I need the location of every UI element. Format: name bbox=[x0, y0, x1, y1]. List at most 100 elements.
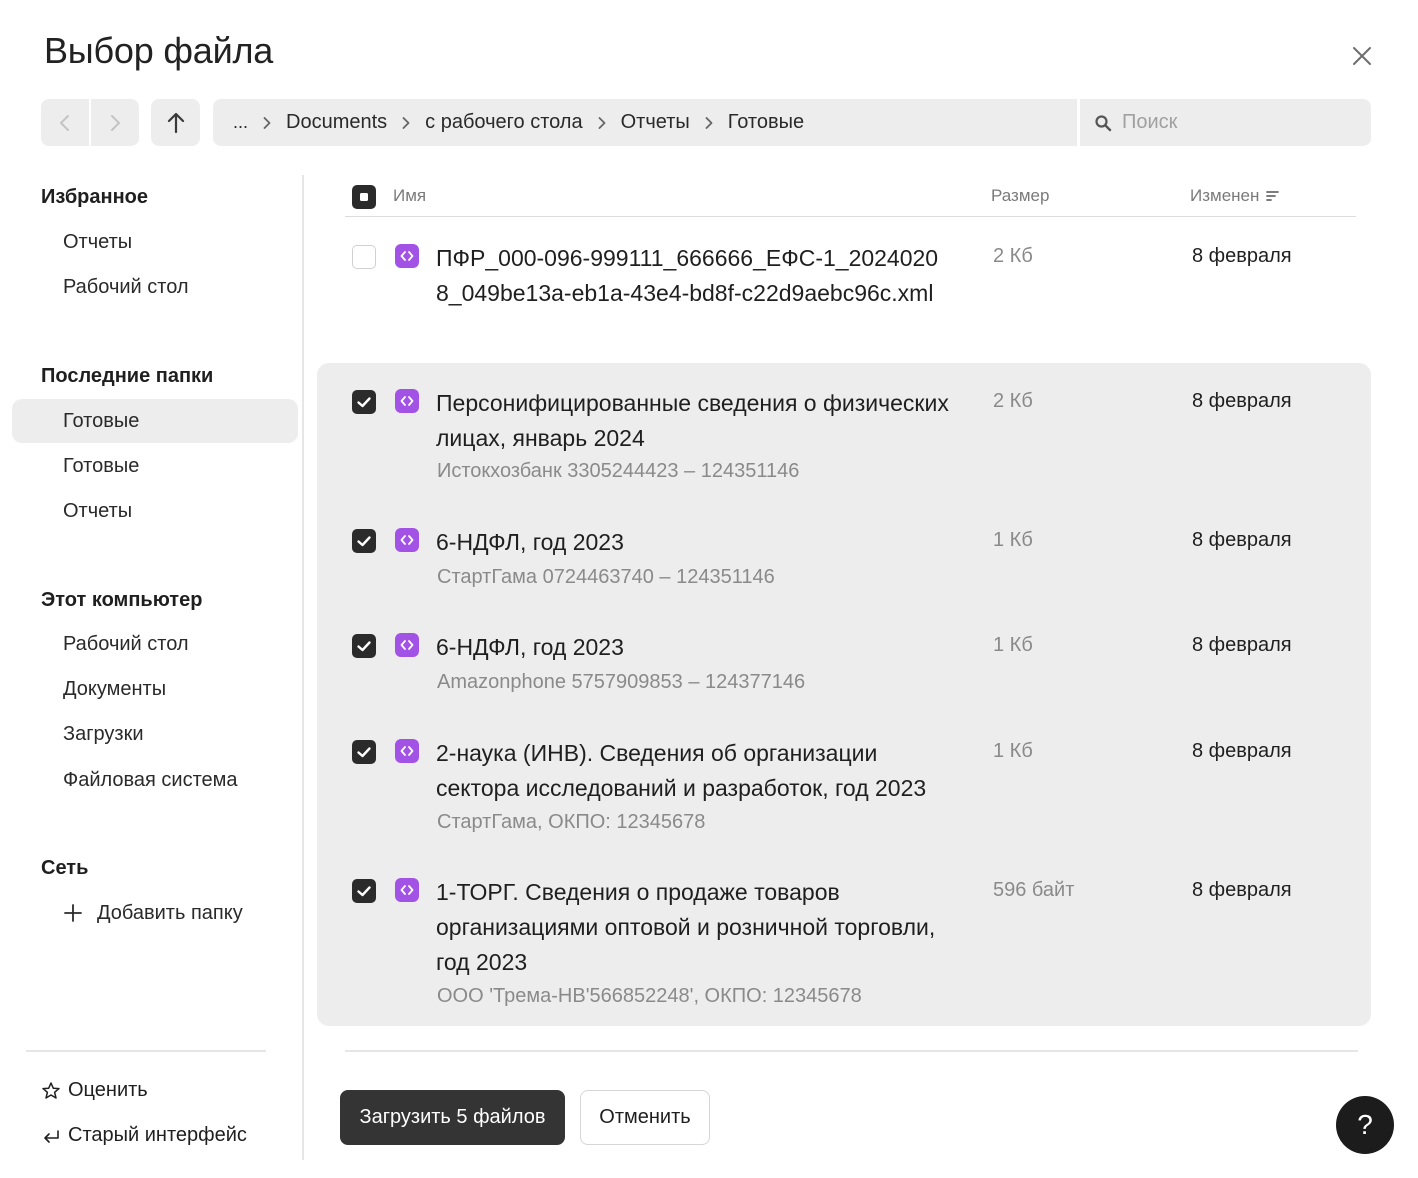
check-icon bbox=[357, 641, 371, 652]
breadcrumb-item[interactable]: Готовые bbox=[728, 111, 804, 134]
help-label: ? bbox=[1357, 1109, 1373, 1140]
sidebar-section-recent: Последние папки bbox=[41, 365, 214, 387]
breadcrumb-item[interactable]: Отчеты bbox=[621, 111, 690, 134]
xml-file-icon bbox=[395, 244, 419, 268]
breadcrumb: ... Documents с рабочего стола Отчеты Готовы… bbox=[213, 99, 1077, 146]
xml-file-icon bbox=[395, 389, 419, 413]
rate-button[interactable]: Оценить bbox=[40, 1079, 148, 1102]
help-button[interactable]: ? bbox=[1336, 1096, 1394, 1154]
breadcrumb-chevron-icon bbox=[597, 115, 607, 131]
breadcrumb-item[interactable]: с рабочего стола bbox=[425, 111, 582, 134]
column-size-header[interactable]: Размер bbox=[991, 186, 1049, 206]
file-size: 2 Кб bbox=[993, 390, 1033, 412]
check-icon bbox=[357, 747, 371, 758]
search-box[interactable] bbox=[1080, 99, 1371, 146]
table-row[interactable]: 2-наука (ИНВ). Сведения об организации с… bbox=[345, 736, 1356, 841]
sidebar-item-label: Загрузки bbox=[63, 722, 144, 745]
sidebar-item-label: Файловая система bbox=[63, 768, 238, 791]
file-size: 1 Кб bbox=[993, 529, 1033, 551]
sidebar-item-downloads[interactable]: Загрузки bbox=[12, 712, 298, 756]
breadcrumb-chevron-icon bbox=[704, 115, 714, 131]
sidebar-item-label: Отчеты bbox=[63, 230, 133, 253]
sidebar-section-computer: Этот компьютер bbox=[41, 589, 203, 611]
file-date: 8 февраля bbox=[1192, 634, 1292, 656]
check-icon bbox=[357, 397, 371, 408]
search-icon bbox=[1095, 114, 1112, 131]
xml-file-icon bbox=[395, 528, 419, 552]
breadcrumb-ellipsis[interactable]: ... bbox=[233, 112, 248, 133]
table-row[interactable]: 1-ТОРГ. Сведения о продаже товаров орган… bbox=[345, 875, 1356, 1015]
table-row[interactable]: Персонифицированные сведения о физически… bbox=[345, 386, 1356, 496]
upload-button[interactable]: Загрузить 5 файлов bbox=[340, 1090, 565, 1145]
add-folder-button[interactable]: Добавить папку bbox=[12, 891, 298, 935]
sidebar-item-label: Рабочий стол bbox=[63, 632, 189, 655]
back-button[interactable] bbox=[41, 99, 89, 146]
sidebar-item-filesystem[interactable]: Файловая система bbox=[12, 758, 298, 802]
row-checkbox[interactable] bbox=[352, 390, 376, 414]
breadcrumb-item[interactable]: Documents bbox=[286, 111, 387, 134]
sidebar-item-reports[interactable]: Отчеты bbox=[12, 220, 298, 264]
file-size: 2 Кб bbox=[993, 245, 1033, 267]
arrow-up-icon bbox=[167, 112, 184, 133]
sidebar-section-favorites: Избранное bbox=[41, 186, 149, 208]
file-date: 8 февраля bbox=[1192, 390, 1292, 412]
xml-file-icon bbox=[395, 739, 419, 763]
xml-file-icon bbox=[395, 878, 419, 902]
sidebar-item-ready[interactable]: Готовые bbox=[12, 444, 298, 488]
file-date: 8 февраля bbox=[1192, 879, 1292, 901]
star-icon bbox=[42, 1081, 60, 1099]
sidebar-section-network: Сеть bbox=[41, 857, 89, 879]
cancel-button[interactable]: Отменить bbox=[580, 1090, 710, 1145]
add-folder-label: Добавить папку bbox=[97, 901, 243, 924]
check-icon bbox=[357, 886, 371, 897]
search-input[interactable] bbox=[1122, 111, 1352, 134]
close-icon bbox=[1353, 47, 1371, 65]
file-subtitle: ООО 'Трема-НВ'566852248', ОКПО: 12345678 bbox=[437, 985, 862, 1007]
sort-icon bbox=[1266, 191, 1280, 201]
table-row[interactable]: ПФР_000-096-999111_666666_ЕФС-1_20240208… bbox=[345, 241, 1356, 346]
row-checkbox[interactable] bbox=[352, 740, 376, 764]
plus-icon bbox=[64, 904, 82, 922]
file-size: 596 байт bbox=[993, 879, 1075, 901]
file-date: 8 февраля bbox=[1192, 529, 1292, 551]
select-all-checkbox[interactable] bbox=[352, 185, 376, 214]
column-modified-header[interactable]: Изменен bbox=[1190, 186, 1280, 206]
chevron-right-icon bbox=[111, 114, 120, 131]
sidebar-item-desktop[interactable]: Рабочий стол bbox=[12, 265, 298, 309]
xml-file-icon bbox=[395, 633, 419, 657]
column-modified-label: Изменен bbox=[1190, 186, 1260, 205]
row-checkbox[interactable] bbox=[352, 634, 376, 658]
sidebar-item-label: Готовые bbox=[63, 409, 140, 432]
old-interface-label: Старый интерфейс bbox=[68, 1124, 247, 1146]
row-checkbox[interactable] bbox=[352, 879, 376, 903]
old-interface-button[interactable]: Старый интерфейс bbox=[40, 1124, 247, 1147]
file-subtitle: СтартГама 0724463740 – 124351146 bbox=[437, 566, 775, 588]
sidebar-item-documents[interactable]: Документы bbox=[12, 667, 298, 711]
file-subtitle: СтартГама, ОКПО: 12345678 bbox=[437, 811, 706, 833]
table-row[interactable]: 6-НДФЛ, год 2023 СтартГама 0724463740 – … bbox=[345, 525, 1356, 595]
sidebar-divider bbox=[302, 175, 304, 1160]
forward-button[interactable] bbox=[91, 99, 139, 146]
rate-label: Оценить bbox=[68, 1079, 148, 1101]
sidebar-item-desktop-pc[interactable]: Рабочий стол bbox=[12, 622, 298, 666]
file-size: 1 Кб bbox=[993, 634, 1033, 656]
table-row[interactable]: 6-НДФЛ, год 2023 Amazonphone 5757909853 … bbox=[345, 630, 1356, 700]
up-button[interactable] bbox=[151, 99, 200, 146]
sidebar-item-reports-recent[interactable]: Отчеты bbox=[12, 489, 298, 533]
breadcrumb-chevron-icon bbox=[401, 115, 411, 131]
column-name-header[interactable]: Имя bbox=[393, 186, 426, 206]
return-icon bbox=[44, 1129, 59, 1143]
row-checkbox[interactable] bbox=[352, 245, 376, 269]
file-size: 1 Кб bbox=[993, 740, 1033, 762]
file-name: 6-НДФЛ, год 2023 bbox=[436, 529, 624, 555]
page-title: Выбор файла bbox=[44, 30, 274, 71]
sidebar-item-ready-active[interactable]: Готовые bbox=[12, 399, 298, 443]
sidebar-item-label: Рабочий стол bbox=[63, 275, 189, 298]
file-name: 2-наука (ИНВ). Сведения об организации с… bbox=[436, 740, 927, 801]
footer-divider bbox=[345, 1050, 1358, 1052]
sidebar-item-label: Отчеты bbox=[63, 499, 133, 522]
close-button[interactable] bbox=[1346, 40, 1378, 72]
sidebar-footer-divider bbox=[26, 1050, 266, 1052]
row-checkbox[interactable] bbox=[352, 529, 376, 553]
file-subtitle: Amazonphone 5757909853 – 124377146 bbox=[437, 671, 806, 693]
